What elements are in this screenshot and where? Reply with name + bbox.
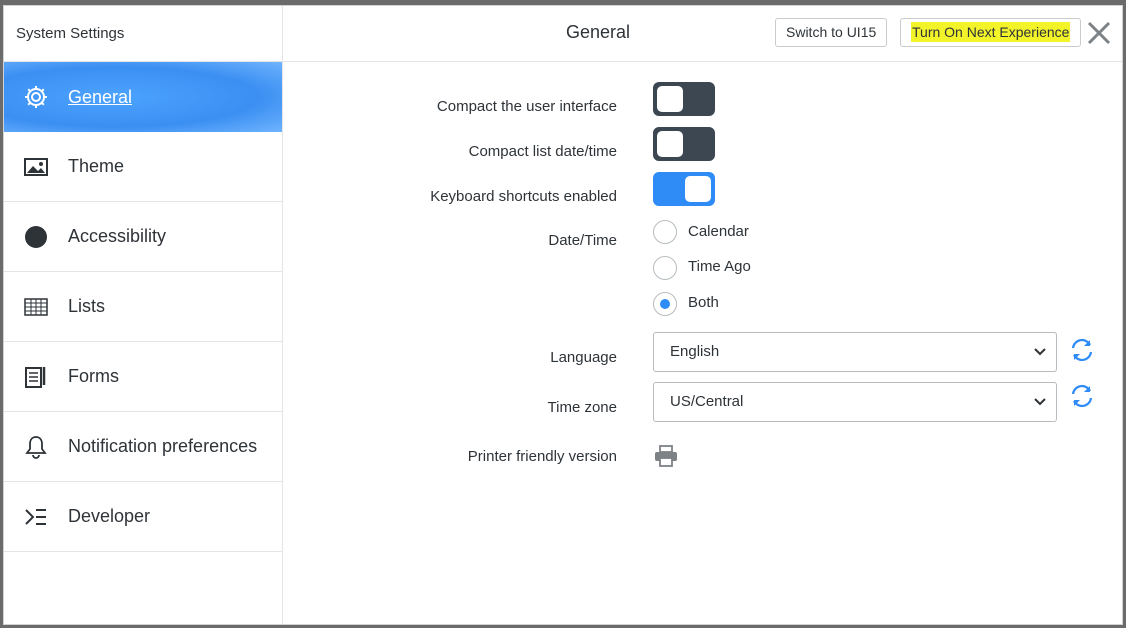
datetime-option-label: Both: [688, 294, 719, 311]
datetime-radio-calendar[interactable]: [653, 220, 677, 244]
datetime-label: Date/Time: [548, 232, 617, 249]
datetime-radio-both[interactable]: [653, 292, 677, 316]
timezone-label: Time zone: [547, 399, 617, 416]
sidebar-item-general[interactable]: General: [4, 62, 282, 132]
keyboard-shortcuts-toggle[interactable]: [653, 172, 715, 206]
sidebar-item-notification-preferences[interactable]: Notification preferences: [4, 412, 282, 482]
refresh-icon[interactable]: [1069, 384, 1095, 410]
system-settings-modal: System Settings General Theme Accessibil…: [3, 5, 1123, 625]
settings-panel: Compact the user interface Compact list …: [283, 62, 1122, 624]
sidebar-item-lists[interactable]: Lists: [4, 272, 282, 342]
refresh-icon[interactable]: [1069, 338, 1095, 364]
sidebar: System Settings General Theme Accessibil…: [4, 6, 283, 624]
datetime-option-label: Time Ago: [688, 258, 751, 275]
language-label: Language: [550, 349, 617, 366]
printer-icon[interactable]: [653, 445, 679, 467]
modal-header: General Switch to UI15 Turn On Next Expe…: [283, 6, 1122, 62]
sidebar-item-label: General: [68, 86, 133, 107]
keyboard-shortcuts-label: Keyboard shortcuts enabled: [430, 188, 617, 205]
form-icon: [22, 363, 50, 391]
datetime-radio-time-ago[interactable]: [653, 256, 677, 280]
chevron-down-icon: [1034, 398, 1046, 406]
timezone-value: US/Central: [670, 393, 744, 410]
developer-icon: [22, 503, 50, 531]
printer-label: Printer friendly version: [467, 448, 617, 465]
sidebar-item-label: Developer: [68, 506, 151, 526]
compact-list-toggle[interactable]: [653, 127, 715, 161]
timezone-select[interactable]: US/Central: [653, 382, 1057, 422]
sidebar-item-label: Theme: [68, 156, 125, 176]
sidebar-item-label: Accessibility: [68, 226, 167, 246]
list-grid-icon: [22, 293, 50, 321]
compact-list-label: Compact list date/time: [468, 143, 617, 160]
sidebar-item-label: Notification preferences: [68, 436, 258, 456]
turn-on-next-experience-label: Turn On Next Experience: [911, 22, 1071, 42]
close-icon[interactable]: [1086, 20, 1114, 48]
language-value: English: [670, 343, 720, 360]
sidebar-item-developer[interactable]: Developer: [4, 482, 282, 552]
sidebar-item-label: Forms: [68, 366, 119, 386]
image-icon: [22, 153, 50, 181]
compact-ui-toggle[interactable]: [653, 82, 715, 116]
circle-icon: [22, 223, 50, 251]
switch-to-ui15-button[interactable]: Switch to UI15: [775, 18, 888, 47]
sidebar-item-label: Lists: [68, 296, 106, 316]
sidebar-item-accessibility[interactable]: Accessibility: [4, 202, 282, 272]
gear-icon: [22, 83, 50, 111]
language-select[interactable]: English: [653, 332, 1057, 372]
bell-icon: [22, 433, 50, 461]
turn-on-next-experience-button[interactable]: Turn On Next Experience: [900, 18, 1082, 47]
sidebar-item-theme[interactable]: Theme: [4, 132, 282, 202]
datetime-option-label: Calendar: [688, 223, 749, 240]
compact-ui-label: Compact the user interface: [436, 98, 617, 115]
sidebar-title: System Settings: [4, 6, 282, 62]
sidebar-item-forms[interactable]: Forms: [4, 342, 282, 412]
chevron-down-icon: [1034, 348, 1046, 356]
